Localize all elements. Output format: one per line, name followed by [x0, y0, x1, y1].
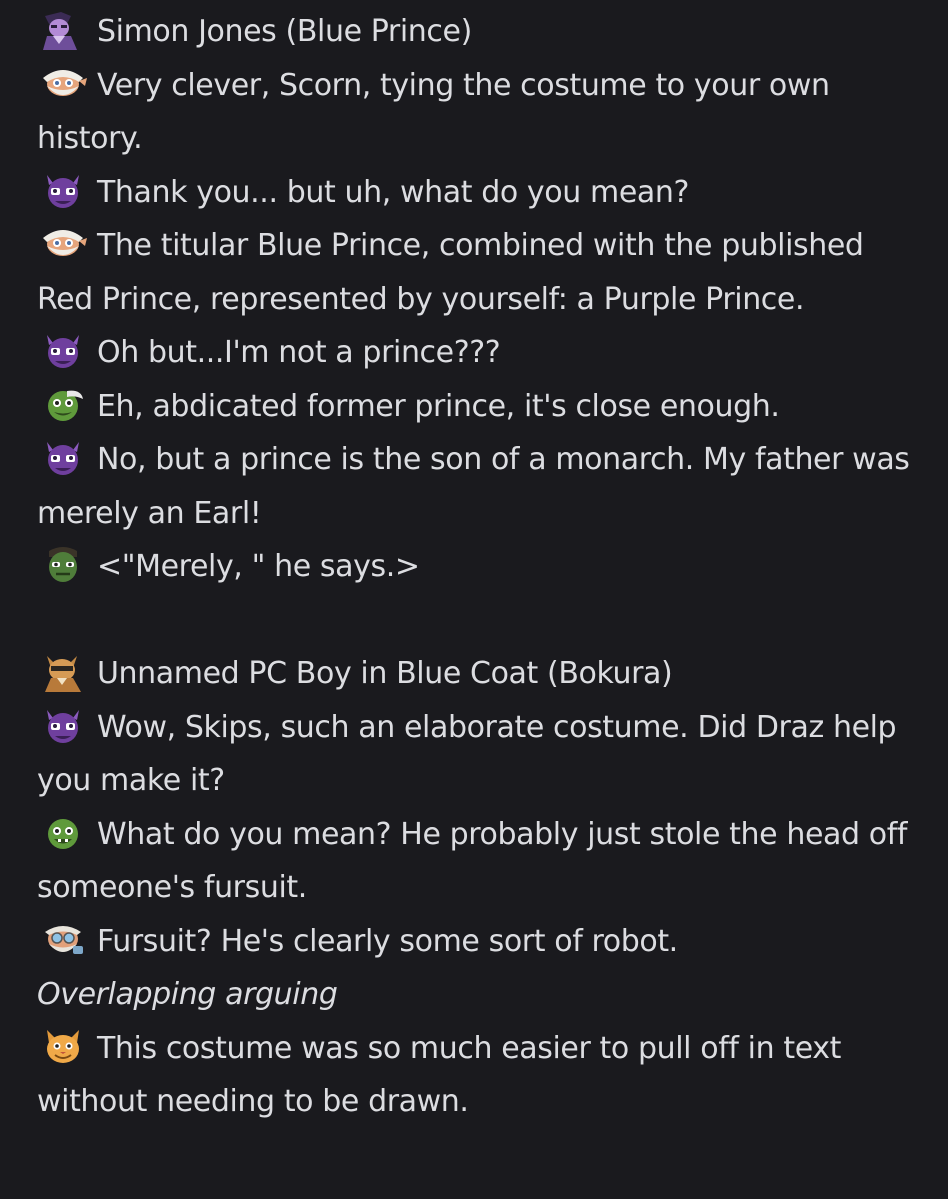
dialogue-line: Wow, Skips, such an elaborate costume. D… — [37, 701, 917, 808]
scene-divider — [37, 594, 917, 648]
dialogue-line: Fursuit? He's clearly some sort of robot… — [37, 915, 917, 969]
dialogue-line: Oh but...I'm not a prince??? — [37, 326, 917, 380]
purple-character-avatar-icon — [37, 10, 91, 50]
dialogue-line: Thank you... but uh, what do you mean? — [37, 166, 917, 220]
dialogue-text: What do you mean? He probably just stole… — [37, 816, 908, 906]
scene-header-text: Unnamed PC Boy in Blue Coat (Bokura) — [97, 656, 673, 691]
dialogue-text: Oh but...I'm not a prince??? — [97, 335, 501, 370]
scene-header: Unnamed PC Boy in Blue Coat (Bokura) — [37, 647, 917, 701]
purple-demon-face-icon — [37, 171, 91, 211]
dialogue-line: <"Merely, " he says.> — [37, 540, 917, 594]
bearded-old-man-icon — [37, 224, 91, 264]
dialogue-text: This costume was so much easier to pull … — [37, 1030, 841, 1120]
bearded-goggles-man-icon — [37, 920, 91, 960]
purple-demon-face-icon — [37, 706, 91, 746]
dialogue-line: Eh, abdicated former prince, it's close … — [37, 380, 917, 434]
dialogue-line: Very clever, Scorn, tying the costume to… — [37, 59, 917, 166]
dialogue-text: Eh, abdicated former prince, it's close … — [97, 388, 780, 424]
dialogue-text: Wow, Skips, such an elaborate costume. D… — [37, 709, 897, 799]
cat-character-avatar-icon — [37, 652, 91, 692]
dialogue-line: The titular Blue Prince, combined with t… — [37, 219, 917, 326]
dialogue-text: Thank you... but uh, what do you mean? — [97, 174, 689, 210]
dialogue-text: <"Merely, " he says.> — [97, 549, 420, 584]
green-goblin-face-icon — [37, 385, 91, 425]
dialogue-text: Fursuit? He's clearly some sort of robot… — [97, 923, 678, 959]
purple-demon-face-icon — [37, 331, 91, 371]
dialogue-line: This costume was so much easier to pull … — [37, 1022, 917, 1129]
bearded-old-man-icon — [37, 64, 91, 104]
orange-cat-face-icon — [37, 1027, 91, 1067]
green-goblin-face-icon — [37, 813, 91, 853]
purple-demon-face-icon — [37, 438, 91, 478]
green-orc-face-icon — [37, 545, 91, 585]
scene-header-text: Simon Jones (Blue Prince) — [97, 14, 472, 49]
scene-header: Simon Jones (Blue Prince) — [37, 5, 917, 59]
dialogue-text: The titular Blue Prince, combined with t… — [37, 228, 864, 317]
stage-direction: Overlapping arguing — [37, 977, 338, 1012]
dialogue-line: No, but a prince is the son of a monarch… — [37, 433, 917, 540]
dialogue-text: No, but a prince is the son of a monarch… — [37, 442, 910, 531]
dialogue-text: Very clever, Scorn, tying the costume to… — [37, 67, 830, 157]
dialogue-line: What do you mean? He probably just stole… — [37, 808, 917, 915]
chat-transcript: Simon Jones (Blue Prince) Very clever, S… — [37, 5, 917, 1129]
